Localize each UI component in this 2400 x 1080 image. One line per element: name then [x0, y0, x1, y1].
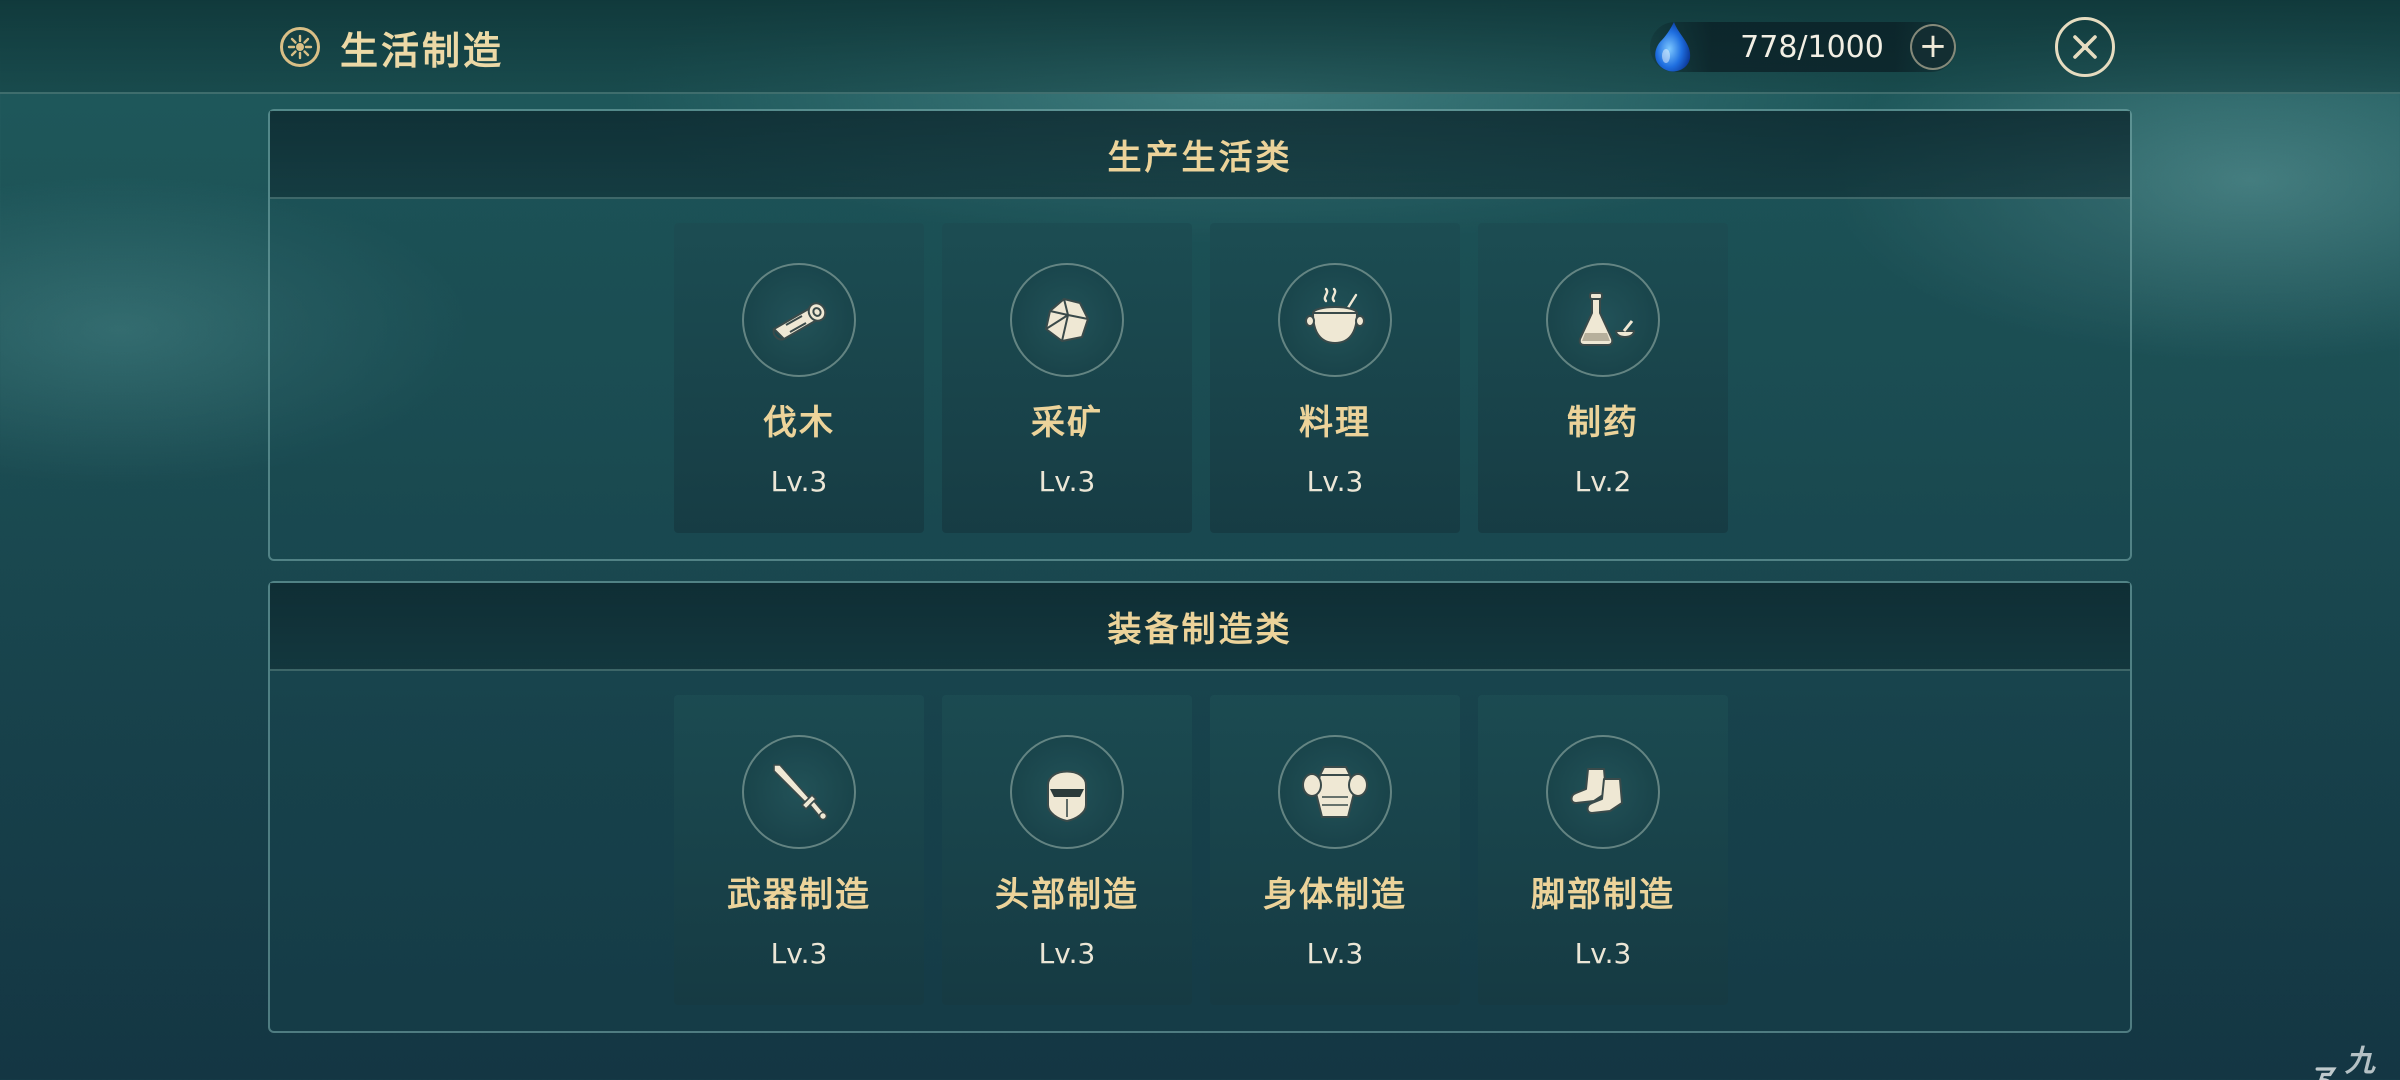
armor-icon	[1278, 735, 1392, 849]
card-level: Lv.3	[1306, 465, 1364, 498]
card-name: 武器制造	[727, 875, 871, 915]
log-icon	[742, 263, 856, 377]
page-title: 生活制造	[340, 28, 505, 73]
section-equipment: 装备制造类 武器制造 Lv.3 头部制造 Lv.3 身体制造 Lv.3 脚部制造…	[268, 581, 2132, 1033]
watermark-text: 九游	[2345, 1044, 2375, 1079]
card-name: 采矿	[1031, 403, 1103, 443]
add-energy-button[interactable]: +	[1910, 24, 1956, 70]
energy-value: 778/1000	[1740, 29, 1884, 65]
section-title: 生产生活类	[1107, 137, 1293, 178]
card-name: 身体制造	[1263, 875, 1407, 915]
boots-icon	[1546, 735, 1660, 849]
card-medicine[interactable]: 制药 Lv.2	[1478, 223, 1728, 533]
logo-mark	[2315, 1067, 2337, 1080]
card-level: Lv.2	[1574, 465, 1632, 498]
wheel-icon	[280, 27, 320, 67]
card-body-crafting[interactable]: 身体制造 Lv.3	[1210, 695, 1460, 1005]
section-header: 生产生活类	[270, 111, 2130, 199]
close-button[interactable]	[2055, 17, 2115, 77]
card-name: 脚部制造	[1531, 875, 1675, 915]
potion-flask-icon	[1546, 263, 1660, 377]
section-title: 装备制造类	[1107, 609, 1293, 650]
watermark: 九游	[2308, 1036, 2400, 1080]
card-level: Lv.3	[770, 937, 828, 970]
card-level: Lv.3	[1038, 465, 1096, 498]
sword-icon	[742, 735, 856, 849]
card-logging[interactable]: 伐木 Lv.3	[674, 223, 924, 533]
card-head-crafting[interactable]: 头部制造 Lv.3	[942, 695, 1192, 1005]
card-level: Lv.3	[1038, 937, 1096, 970]
ore-icon	[1010, 263, 1124, 377]
card-name: 伐木	[763, 403, 835, 443]
card-list: 武器制造 Lv.3 头部制造 Lv.3 身体制造 Lv.3 脚部制造 Lv.3	[674, 695, 1728, 1005]
card-foot-crafting[interactable]: 脚部制造 Lv.3	[1478, 695, 1728, 1005]
energy-counter: 778/1000 +	[1650, 22, 1956, 72]
card-weapon-crafting[interactable]: 武器制造 Lv.3	[674, 695, 924, 1005]
card-name: 制药	[1567, 403, 1639, 443]
card-name: 头部制造	[995, 875, 1139, 915]
top-bar: 生活制造 778/1000 +	[0, 0, 2400, 94]
card-cooking[interactable]: 料理 Lv.3	[1210, 223, 1460, 533]
section-production-life: 生产生活类 伐木 Lv.3 采矿 Lv.3 料理 Lv.3 制药 Lv.2	[268, 109, 2132, 561]
section-header: 装备制造类	[270, 583, 2130, 671]
card-mining[interactable]: 采矿 Lv.3	[942, 223, 1192, 533]
water-drop-icon	[1644, 18, 1698, 76]
cooking-pot-icon	[1278, 263, 1392, 377]
page-header: 生活制造	[280, 22, 505, 73]
card-level: Lv.3	[1574, 937, 1632, 970]
card-level: Lv.3	[1306, 937, 1364, 970]
card-level: Lv.3	[770, 465, 828, 498]
close-icon	[2073, 35, 2097, 59]
helmet-icon	[1010, 735, 1124, 849]
card-list: 伐木 Lv.3 采矿 Lv.3 料理 Lv.3 制药 Lv.2	[674, 223, 1728, 533]
card-name: 料理	[1299, 403, 1371, 443]
